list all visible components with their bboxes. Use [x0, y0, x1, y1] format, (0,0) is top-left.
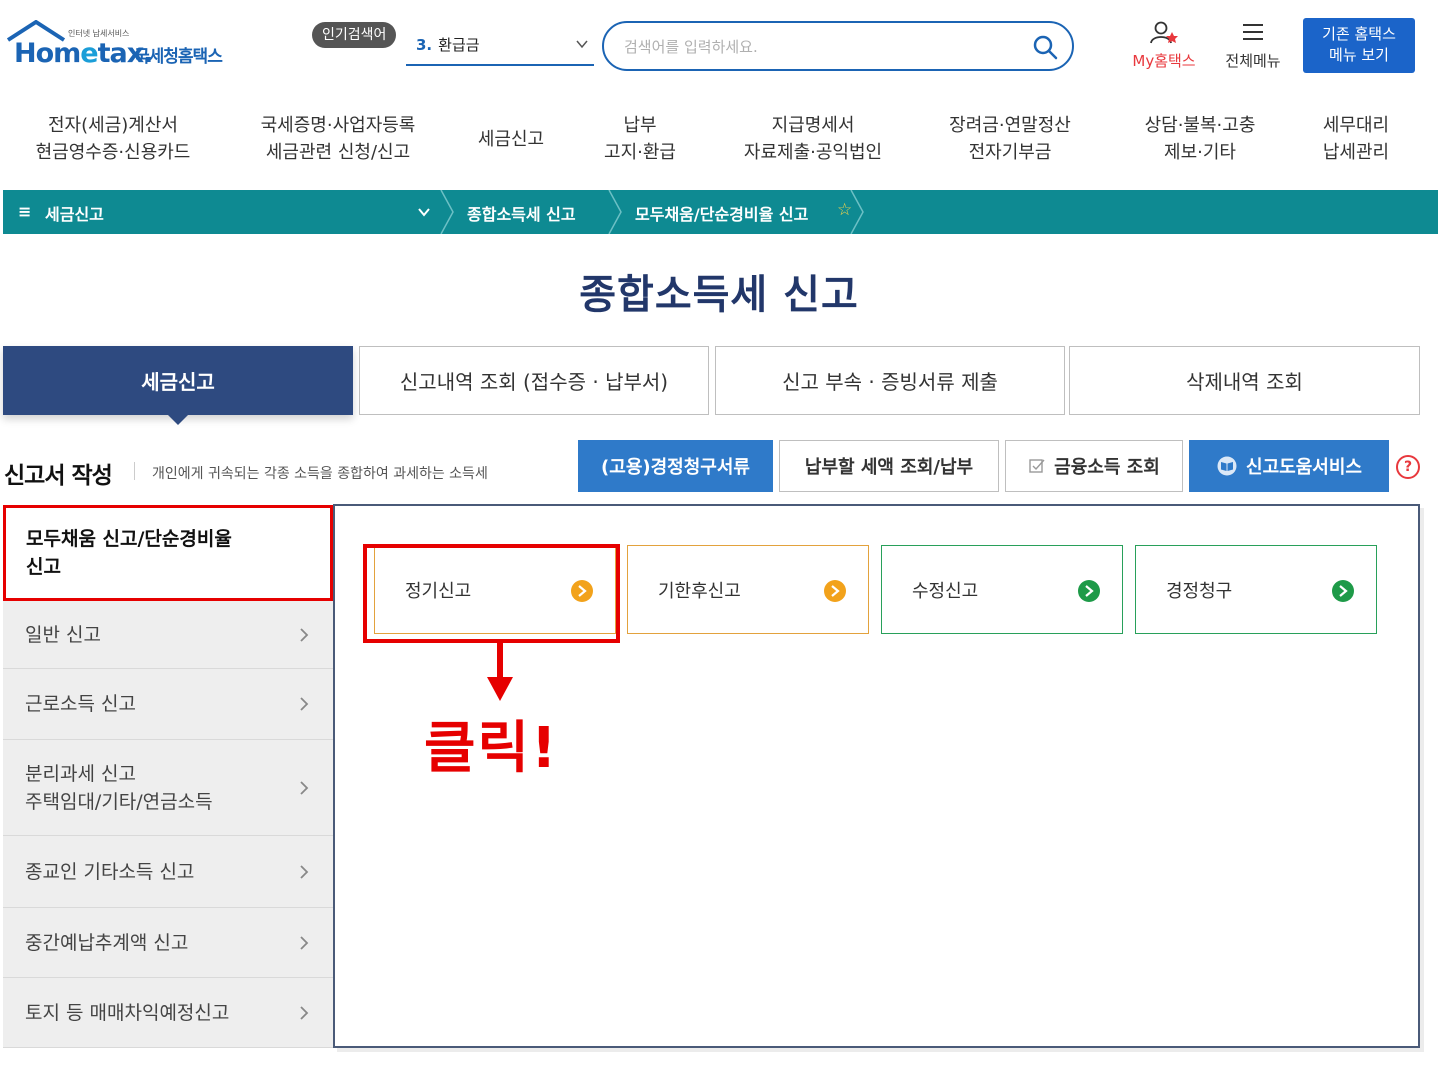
chevron-right-icon	[300, 935, 309, 950]
logo-subtitle: 국세청홈택스	[134, 47, 223, 67]
chevron-right-icon	[300, 697, 309, 711]
button-label: 신고도움서비스	[1246, 457, 1362, 478]
employment-claim-docs-button[interactable]: (고용)경정청구서류	[578, 440, 773, 492]
side-item-label: 분리과세 신고 주택임대/기타/연금소득	[25, 762, 213, 813]
global-nav: 전자(세금)계산서 현금영수증·신용카드 국세증명·사업자등록 세금관련 신청/…	[0, 108, 1438, 178]
gnb-item-tax-filing[interactable]: 세금신고	[466, 108, 556, 170]
arrow-right-circle-icon	[1332, 580, 1354, 602]
breadcrumb-separator-icon	[608, 190, 622, 234]
chevron-right-icon	[300, 780, 309, 795]
gnb-item-certificates[interactable]: 국세증명·사업자등록 세금관련 신청/신고	[240, 108, 436, 170]
card-label: 기한후신고	[658, 580, 741, 602]
hometax-logo[interactable]: 인터넷 납세서비스 Hometax. 국세청홈택스	[6, 18, 246, 74]
gnb-item-einvoice[interactable]: 전자(세금)계산서 현금영수증·신용카드	[18, 108, 208, 170]
arrow-right-circle-icon	[1078, 580, 1100, 602]
logo-brand: Hometax.	[14, 38, 153, 69]
old-menu-button[interactable]: 기존 홈택스 메뉴 보기	[1303, 18, 1415, 73]
tab-filing-history[interactable]: 신고내역 조회 (접수증 · 납부서)	[359, 346, 709, 415]
search-input[interactable]	[624, 35, 1024, 59]
late-filing-card[interactable]: 기한후신고	[627, 545, 869, 634]
gnb-item-consulting[interactable]: 상담·불복·고충 제보·기타	[1120, 108, 1280, 170]
book-icon	[1217, 456, 1237, 476]
tab-label: 세금신고	[141, 370, 215, 394]
popular-search-rank: 3.	[416, 36, 433, 54]
tab-label: 신고내역 조회 (접수증 · 납부서)	[399, 370, 669, 394]
breadcrumb-level1[interactable]: 세금신고	[45, 201, 104, 225]
button-label: 납부할 세액 조회/납부	[804, 457, 974, 478]
side-item-separate-taxation[interactable]: 분리과세 신고 주택임대/기타/연금소득	[3, 740, 333, 836]
card-label: 경정청구	[1166, 580, 1233, 602]
breadcrumb: ≡ 세금신고 종합소득세 신고 모두채움/단순경비율 신고 ☆	[3, 190, 1438, 234]
gnb-item-year-end[interactable]: 장려금·연말정산 전자기부금	[930, 108, 1090, 170]
side-menu: 모두채움 신고/단순경비율 신고 일반 신고 근로소득 신고 분리과세 신고 주…	[3, 505, 333, 1048]
section-description: 개인에게 귀속되는 각종 소득을 종합하여 과세하는 소득세	[152, 466, 488, 482]
help-icon[interactable]: ?	[1396, 455, 1420, 479]
side-item-prefilled-simple[interactable]: 모두채움 신고/단순경비율 신고	[3, 505, 333, 601]
breadcrumb-menu-icon[interactable]: ≡	[18, 202, 31, 221]
my-hometax-button[interactable]: My홈택스	[1124, 20, 1204, 71]
all-menu-label: 전체메뉴	[1225, 52, 1281, 70]
section-divider	[134, 462, 135, 480]
chevron-down-icon	[576, 40, 588, 49]
side-item-land-sale-gain[interactable]: 토지 등 매매차익예정신고	[3, 978, 333, 1048]
side-item-religious-income[interactable]: 종교인 기타소득 신고	[3, 836, 333, 908]
tab-attachments[interactable]: 신고 부속 · 증빙서류 제출	[715, 346, 1065, 415]
chevron-right-icon	[300, 627, 309, 642]
tab-pointer	[167, 414, 189, 425]
gnb-item-payment[interactable]: 납부 고지·환급	[588, 108, 692, 170]
popular-search-select[interactable]: 3. 환급금	[406, 28, 594, 66]
breadcrumb-level2[interactable]: 종합소득세 신고	[467, 201, 576, 225]
annotation-arrow-icon	[487, 643, 513, 701]
tab-label: 삭제내역 조회	[1186, 370, 1303, 394]
section-title: 신고서 작성	[4, 463, 113, 489]
chevron-right-icon	[300, 864, 309, 879]
financial-income-lookup-button[interactable]: 금융소득 조회	[1005, 440, 1183, 492]
breadcrumb-level3[interactable]: 모두채움/단순경비율 신고	[635, 201, 808, 225]
breadcrumb-separator-icon	[850, 190, 864, 234]
search-icon[interactable]	[1032, 34, 1058, 60]
my-hometax-label: My홈택스	[1132, 52, 1196, 70]
popular-search-term: 환급금	[438, 36, 480, 54]
side-item-label: 일반 신고	[25, 623, 101, 646]
correction-claim-card[interactable]: 경정청구	[1135, 545, 1377, 634]
tab-tax-filing[interactable]: 세금신고	[3, 346, 353, 425]
user-icon	[1150, 21, 1178, 44]
gnb-item-tax-agent[interactable]: 세무대리 납세관리	[1310, 108, 1402, 170]
filing-help-service-button[interactable]: 신고도움서비스	[1189, 440, 1389, 492]
side-item-earned-income[interactable]: 근로소득 신고	[3, 669, 333, 740]
side-item-label: 토지 등 매매차익예정신고	[25, 1001, 230, 1024]
popular-search-badge: 인기검색어	[312, 22, 397, 48]
checkbox-edit-icon	[1029, 459, 1045, 473]
button-label: (고용)경정청구서류	[601, 457, 750, 478]
side-item-label: 중간예납추계액 신고	[25, 931, 189, 954]
annotation-highlight-box	[363, 544, 620, 643]
search-box	[602, 21, 1074, 71]
tab-deleted-history[interactable]: 삭제내역 조회	[1069, 346, 1420, 415]
page-title: 종합소득세 신고	[579, 272, 859, 318]
button-label: 금융소득 조회	[1054, 457, 1160, 478]
breadcrumb-separator-icon	[440, 190, 454, 234]
side-item-general[interactable]: 일반 신고	[3, 601, 333, 669]
hamburger-icon	[1243, 24, 1263, 40]
side-item-label: 근로소득 신고	[25, 693, 136, 715]
annotation-text: 클릭!	[424, 716, 559, 781]
arrow-right-circle-icon	[824, 580, 846, 602]
tab-label: 신고 부속 · 증빙서류 제출	[782, 370, 998, 394]
chevron-right-icon	[300, 1005, 309, 1020]
chevron-down-icon[interactable]	[417, 205, 431, 219]
gnb-item-payment-statement[interactable]: 지급명세서 자료제출·공익법인	[728, 108, 898, 170]
tax-payment-lookup-button[interactable]: 납부할 세액 조회/납부	[779, 440, 999, 492]
card-label: 수정신고	[912, 580, 979, 602]
side-item-label: 종교인 기타소득 신고	[25, 860, 195, 883]
amended-filing-card[interactable]: 수정신고	[881, 545, 1123, 634]
all-menu-button[interactable]: 전체메뉴	[1218, 20, 1288, 71]
side-item-interim-prepayment[interactable]: 중간예납추계액 신고	[3, 908, 333, 978]
